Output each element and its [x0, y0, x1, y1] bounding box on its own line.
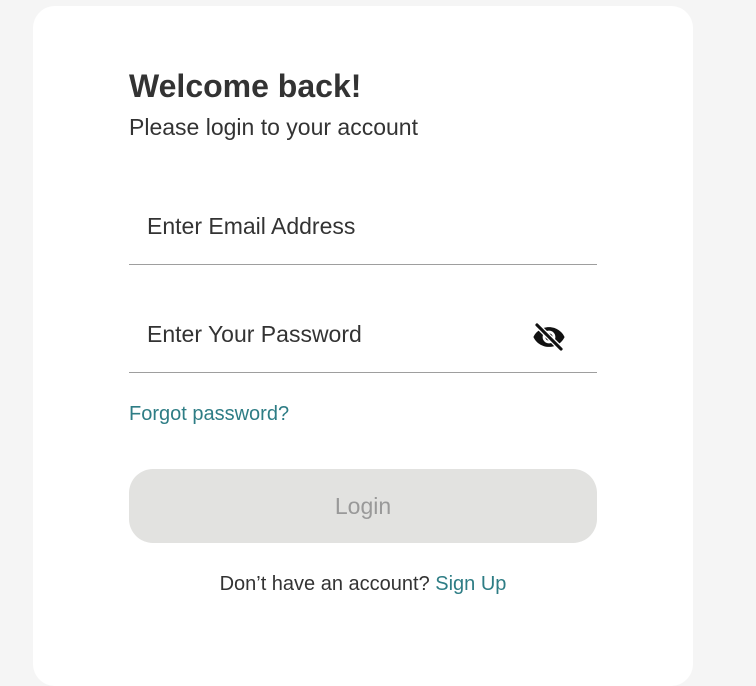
signup-prompt: Don’t have an account? — [219, 573, 436, 595]
sign-up-link[interactable]: Sign Up — [435, 573, 506, 595]
password-input[interactable] — [129, 297, 597, 372]
password-field-container — [129, 297, 597, 373]
page-title: Welcome back! — [129, 68, 362, 104]
eye-off-icon[interactable] — [531, 319, 567, 355]
page-subtitle: Please login to your account — [129, 114, 418, 140]
email-field-container — [129, 189, 597, 265]
email-input[interactable] — [129, 189, 597, 264]
forgot-password-link[interactable]: Forgot password? — [129, 402, 289, 426]
signup-row: Don’t have an account? Sign Up — [129, 572, 597, 596]
login-card: Welcome back! Please login to your accou… — [33, 6, 693, 686]
login-button[interactable]: Login — [129, 469, 597, 543]
